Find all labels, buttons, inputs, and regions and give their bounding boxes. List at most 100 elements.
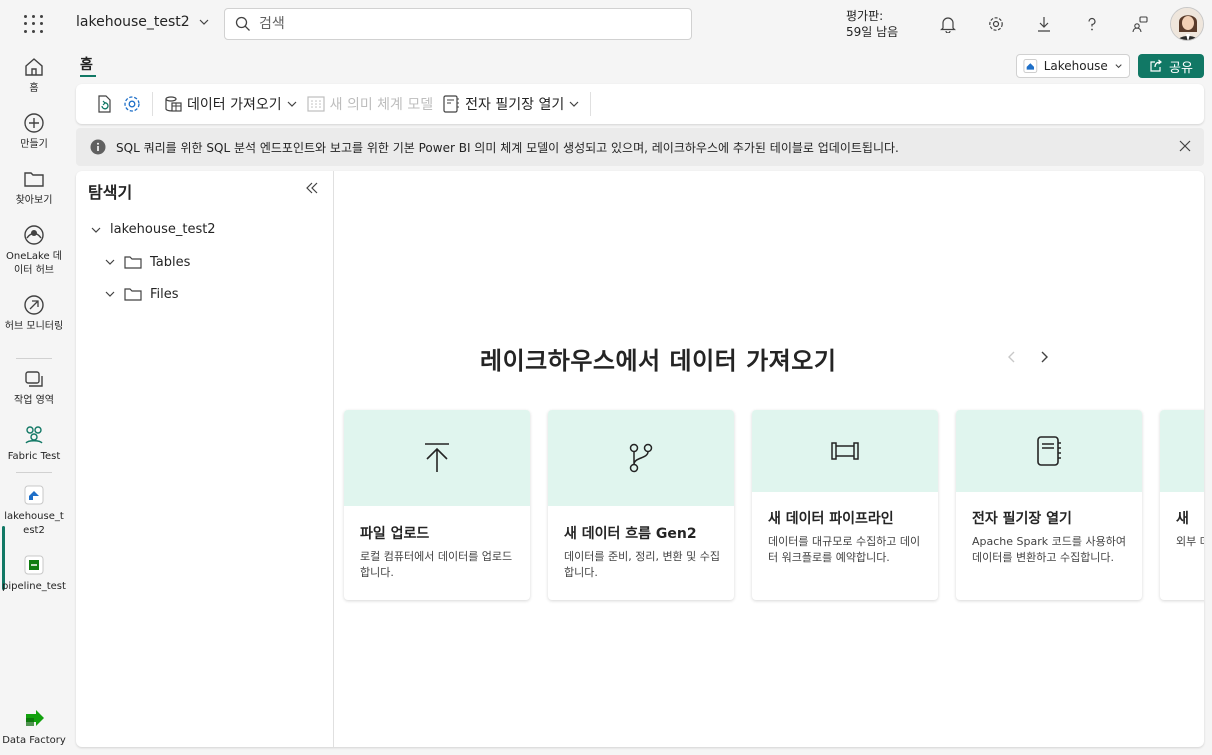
tree-root-label: lakehouse_test2 <box>110 222 216 237</box>
rail-item-data-factory[interactable]: Data Factory <box>0 706 68 748</box>
tab-underline <box>80 75 96 77</box>
share-icon <box>1150 59 1162 72</box>
card-title: 새 데이터 흐름 Gen2 <box>564 526 697 542</box>
get-data-label: 데이터 가져오기 <box>187 97 282 113</box>
lakehouse-select-label: Lakehouse <box>1043 59 1108 73</box>
new-semantic-model-label: 새 의미 체계 모델 <box>329 97 434 113</box>
rail-item-lakehouse[interactable]: lakehouse_test2 <box>0 484 68 538</box>
card-title: 새 데이터 파이프라인 <box>768 511 894 527</box>
chevron-down-icon <box>91 227 101 233</box>
rail-label: Data Factory <box>2 735 66 746</box>
card-upload-files[interactable]: 파일 업로드 로컬 컴퓨터에서 데이터를 업로드합니다. <box>344 410 530 600</box>
card-banner <box>1160 410 1204 492</box>
rail-label: 홈 <box>29 83 39 94</box>
trial-days-left: 59일 남음 <box>846 25 899 39</box>
feedback-icon[interactable] <box>1128 12 1152 36</box>
rail-item-onelake[interactable]: OneLake 데이터 허브 <box>0 224 68 278</box>
upload-icon <box>425 443 449 472</box>
card-title: 새 <box>1176 511 1189 527</box>
folder-icon <box>124 256 142 269</box>
rail-label: pipeline_test <box>2 581 66 592</box>
download-icon[interactable] <box>1032 12 1056 36</box>
tab-home[interactable]: 홈 <box>80 54 93 74</box>
chevron-down-icon <box>569 101 579 107</box>
avatar[interactable] <box>1170 7 1204 41</box>
semantic-model-icon <box>307 96 325 112</box>
bell-icon[interactable] <box>936 12 960 36</box>
help-icon[interactable] <box>1080 12 1104 36</box>
rail-label: lakehouse_test2 <box>4 511 64 536</box>
card-new-shortcut[interactable]: 새 외부 데이터에 <box>1160 410 1204 600</box>
rail-item-create[interactable]: 만들기 <box>0 112 68 152</box>
rail-divider <box>16 358 52 359</box>
folder-icon <box>124 288 142 301</box>
refresh-icon <box>98 95 111 113</box>
trial-label: 평가판: <box>846 9 884 23</box>
get-data-heading: 레이크하우스에서 데이터 가져오기 <box>480 347 837 375</box>
workspace-switcher[interactable]: lakehouse_test2 <box>76 14 210 30</box>
fabric-test-icon <box>25 426 43 444</box>
close-icon[interactable] <box>1178 139 1192 153</box>
card-banner <box>752 410 938 492</box>
settings-button[interactable] <box>118 90 146 118</box>
onelake-icon <box>24 225 44 245</box>
rail-item-workspaces[interactable]: 작업 영역 <box>0 368 68 408</box>
rail-label: 만들기 <box>20 139 48 150</box>
card-description: 외부 데이터에 <box>1176 535 1204 548</box>
search-box[interactable] <box>224 8 692 40</box>
gear-icon[interactable] <box>984 12 1008 36</box>
get-data-content: 레이크하우스에서 데이터 가져오기 파일 업로드 로컬 컴퓨터에서 데이터를 업… <box>334 171 1204 747</box>
create-icon <box>24 113 44 133</box>
lakehouse-icon <box>1023 59 1038 73</box>
card-title: 파일 업로드 <box>360 526 430 542</box>
notebook-icon <box>443 95 460 113</box>
explorer-title: 탐색기 <box>88 183 133 202</box>
chevron-down-icon <box>1115 64 1122 69</box>
card-new-dataflow[interactable]: 새 데이터 흐름 Gen2 데이터를 준비, 정리, 변환 및 수집합니다. <box>548 410 734 600</box>
open-notebook-button[interactable]: 전자 필기장 열기 <box>437 90 584 118</box>
card-title: 전자 필기장 열기 <box>972 511 1072 527</box>
left-rail: 홈 만들기 찾아보기 OneLake 데이터 허브 허브 모니터링 작업 영역 … <box>0 48 68 755</box>
dataflow-icon <box>629 443 653 473</box>
tree-item-root[interactable]: lakehouse_test2 <box>90 222 216 237</box>
share-button[interactable]: 공유 <box>1138 54 1204 78</box>
notebook-icon <box>1037 436 1061 466</box>
card-open-notebook[interactable]: 전자 필기장 열기 Apache Spark 코드를 사용하여 데이터를 변환하… <box>956 410 1142 600</box>
get-data-button[interactable]: 데이터 가져오기 <box>159 90 302 118</box>
rail-item-home[interactable]: 홈 <box>0 56 68 96</box>
lakehouse-mode-select[interactable]: Lakehouse <box>1016 54 1130 78</box>
collapse-pane-icon[interactable] <box>304 180 320 196</box>
chevron-down-icon <box>287 101 297 107</box>
rail-item-browse[interactable]: 찾아보기 <box>0 168 68 208</box>
table-database-icon <box>165 96 182 112</box>
trial-status[interactable]: 평가판: 59일 남음 <box>846 8 898 40</box>
workspaces-icon <box>25 371 43 387</box>
pipeline-icon <box>24 555 44 575</box>
data-factory-icon <box>26 710 44 726</box>
card-description: Apache Spark 코드를 사용하여 데이터를 변환하고 수집합니다. <box>972 535 1126 564</box>
info-message-text: SQL 쿼리를 위한 SQL 분석 엔드포인트와 보고를 위한 기본 Power… <box>116 140 899 155</box>
share-label: 공유 <box>1169 60 1193 76</box>
card-description: 로컬 컴퓨터에서 데이터를 업로드합니다. <box>360 550 513 579</box>
rail-item-fabric-test[interactable]: Fabric Test <box>0 424 68 464</box>
search-input[interactable] <box>259 16 659 32</box>
chevron-left-icon[interactable] <box>1004 349 1020 365</box>
tree-item-files[interactable]: Files <box>104 286 179 302</box>
refresh-button[interactable] <box>90 90 118 118</box>
rail-item-pipeline[interactable]: pipeline_test <box>0 554 68 594</box>
tree-item-label: Tables <box>150 254 191 270</box>
tree-item-tables[interactable]: Tables <box>104 254 190 270</box>
tree-item-label: Files <box>150 286 179 302</box>
card-new-pipeline[interactable]: 새 데이터 파이프라인 데이터를 대규모로 수집하고 데이터 워크플로를 예약합… <box>752 410 938 600</box>
rail-label: 허브 모니터링 <box>4 321 64 332</box>
explorer-pane: 탐색기 lakehouse_test2 Tables Files <box>76 171 334 747</box>
home-icon <box>25 58 43 76</box>
rail-label: OneLake 데이터 허브 <box>5 251 63 276</box>
app-launcher-icon[interactable] <box>22 13 44 35</box>
browse-icon <box>24 172 44 187</box>
rail-item-monitor[interactable]: 허브 모니터링 <box>0 294 68 334</box>
top-bar: lakehouse_test2 평가판: 59일 남음 <box>0 0 1212 48</box>
info-message-bar: SQL 쿼리를 위한 SQL 분석 엔드포인트와 보고를 위한 기본 Power… <box>76 128 1204 166</box>
chevron-right-icon[interactable] <box>1036 349 1052 365</box>
new-semantic-model-button[interactable]: 새 의미 체계 모델 <box>302 90 438 118</box>
